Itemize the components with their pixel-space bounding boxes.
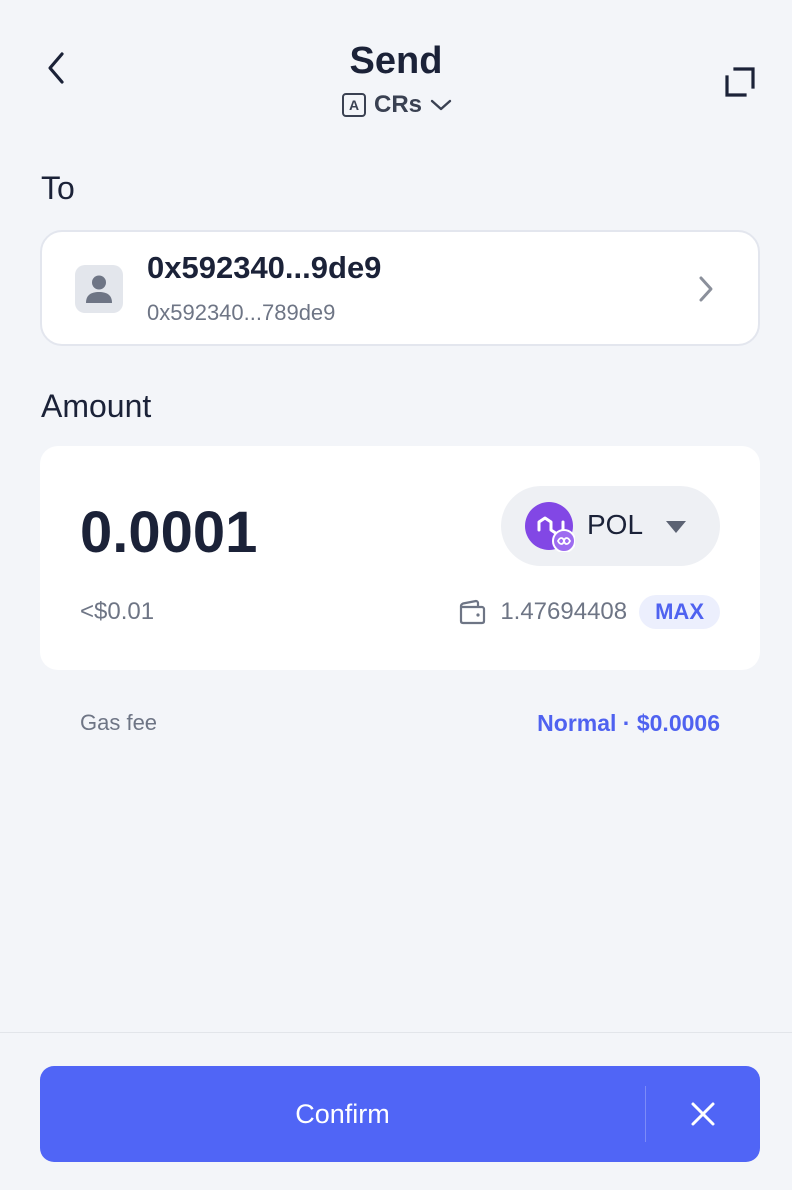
recipient-card[interactable]: 0x592340...9de9 0x592340...789de9: [40, 230, 760, 346]
recipient-name: 0x592340...9de9: [147, 250, 382, 285]
gas-fee-selector[interactable]: Normal · $0.0006: [537, 710, 720, 737]
token-selector[interactable]: POL: [501, 486, 720, 566]
chevron-down-icon: [430, 99, 452, 111]
amount-card: POL <$0.01 1.47694408 MAX: [40, 446, 760, 670]
expand-button[interactable]: [718, 60, 762, 104]
max-button[interactable]: MAX: [639, 595, 720, 629]
amount-input[interactable]: [80, 498, 460, 566]
polygon-icon: [525, 502, 575, 552]
recipient-chevron: [694, 272, 718, 306]
chevron-right-icon: [699, 276, 713, 302]
confirm-button[interactable]: Confirm: [40, 1066, 645, 1162]
close-button[interactable]: [646, 1066, 760, 1162]
footer-divider: [0, 1032, 792, 1033]
balance-row: 1.47694408 MAX: [458, 594, 720, 630]
gas-fee-label: Gas fee: [80, 710, 158, 735]
amount-label: Amount: [41, 388, 152, 424]
balance-value: 1.47694408: [500, 598, 628, 625]
page-title: Send: [349, 40, 443, 82]
account-badge: A: [342, 93, 366, 117]
close-icon: [691, 1102, 715, 1126]
token-symbol: POL: [587, 509, 644, 540]
recipient-address: 0x592340...789de9: [147, 300, 336, 325]
expand-icon: [725, 67, 755, 97]
to-label: To: [41, 170, 75, 206]
account-switcher[interactable]: A CRs: [342, 88, 452, 122]
confirm-bar: Confirm: [40, 1066, 760, 1162]
user-icon: [86, 275, 112, 303]
usd-value: <$0.01: [80, 598, 155, 625]
avatar: [75, 265, 123, 313]
send-screen: Send A CRs To 0x592340...9de9 0x592340..…: [0, 0, 792, 1190]
wallet-icon: [458, 598, 488, 626]
caret-down-icon: [666, 521, 686, 533]
account-name: CRs: [374, 91, 423, 118]
